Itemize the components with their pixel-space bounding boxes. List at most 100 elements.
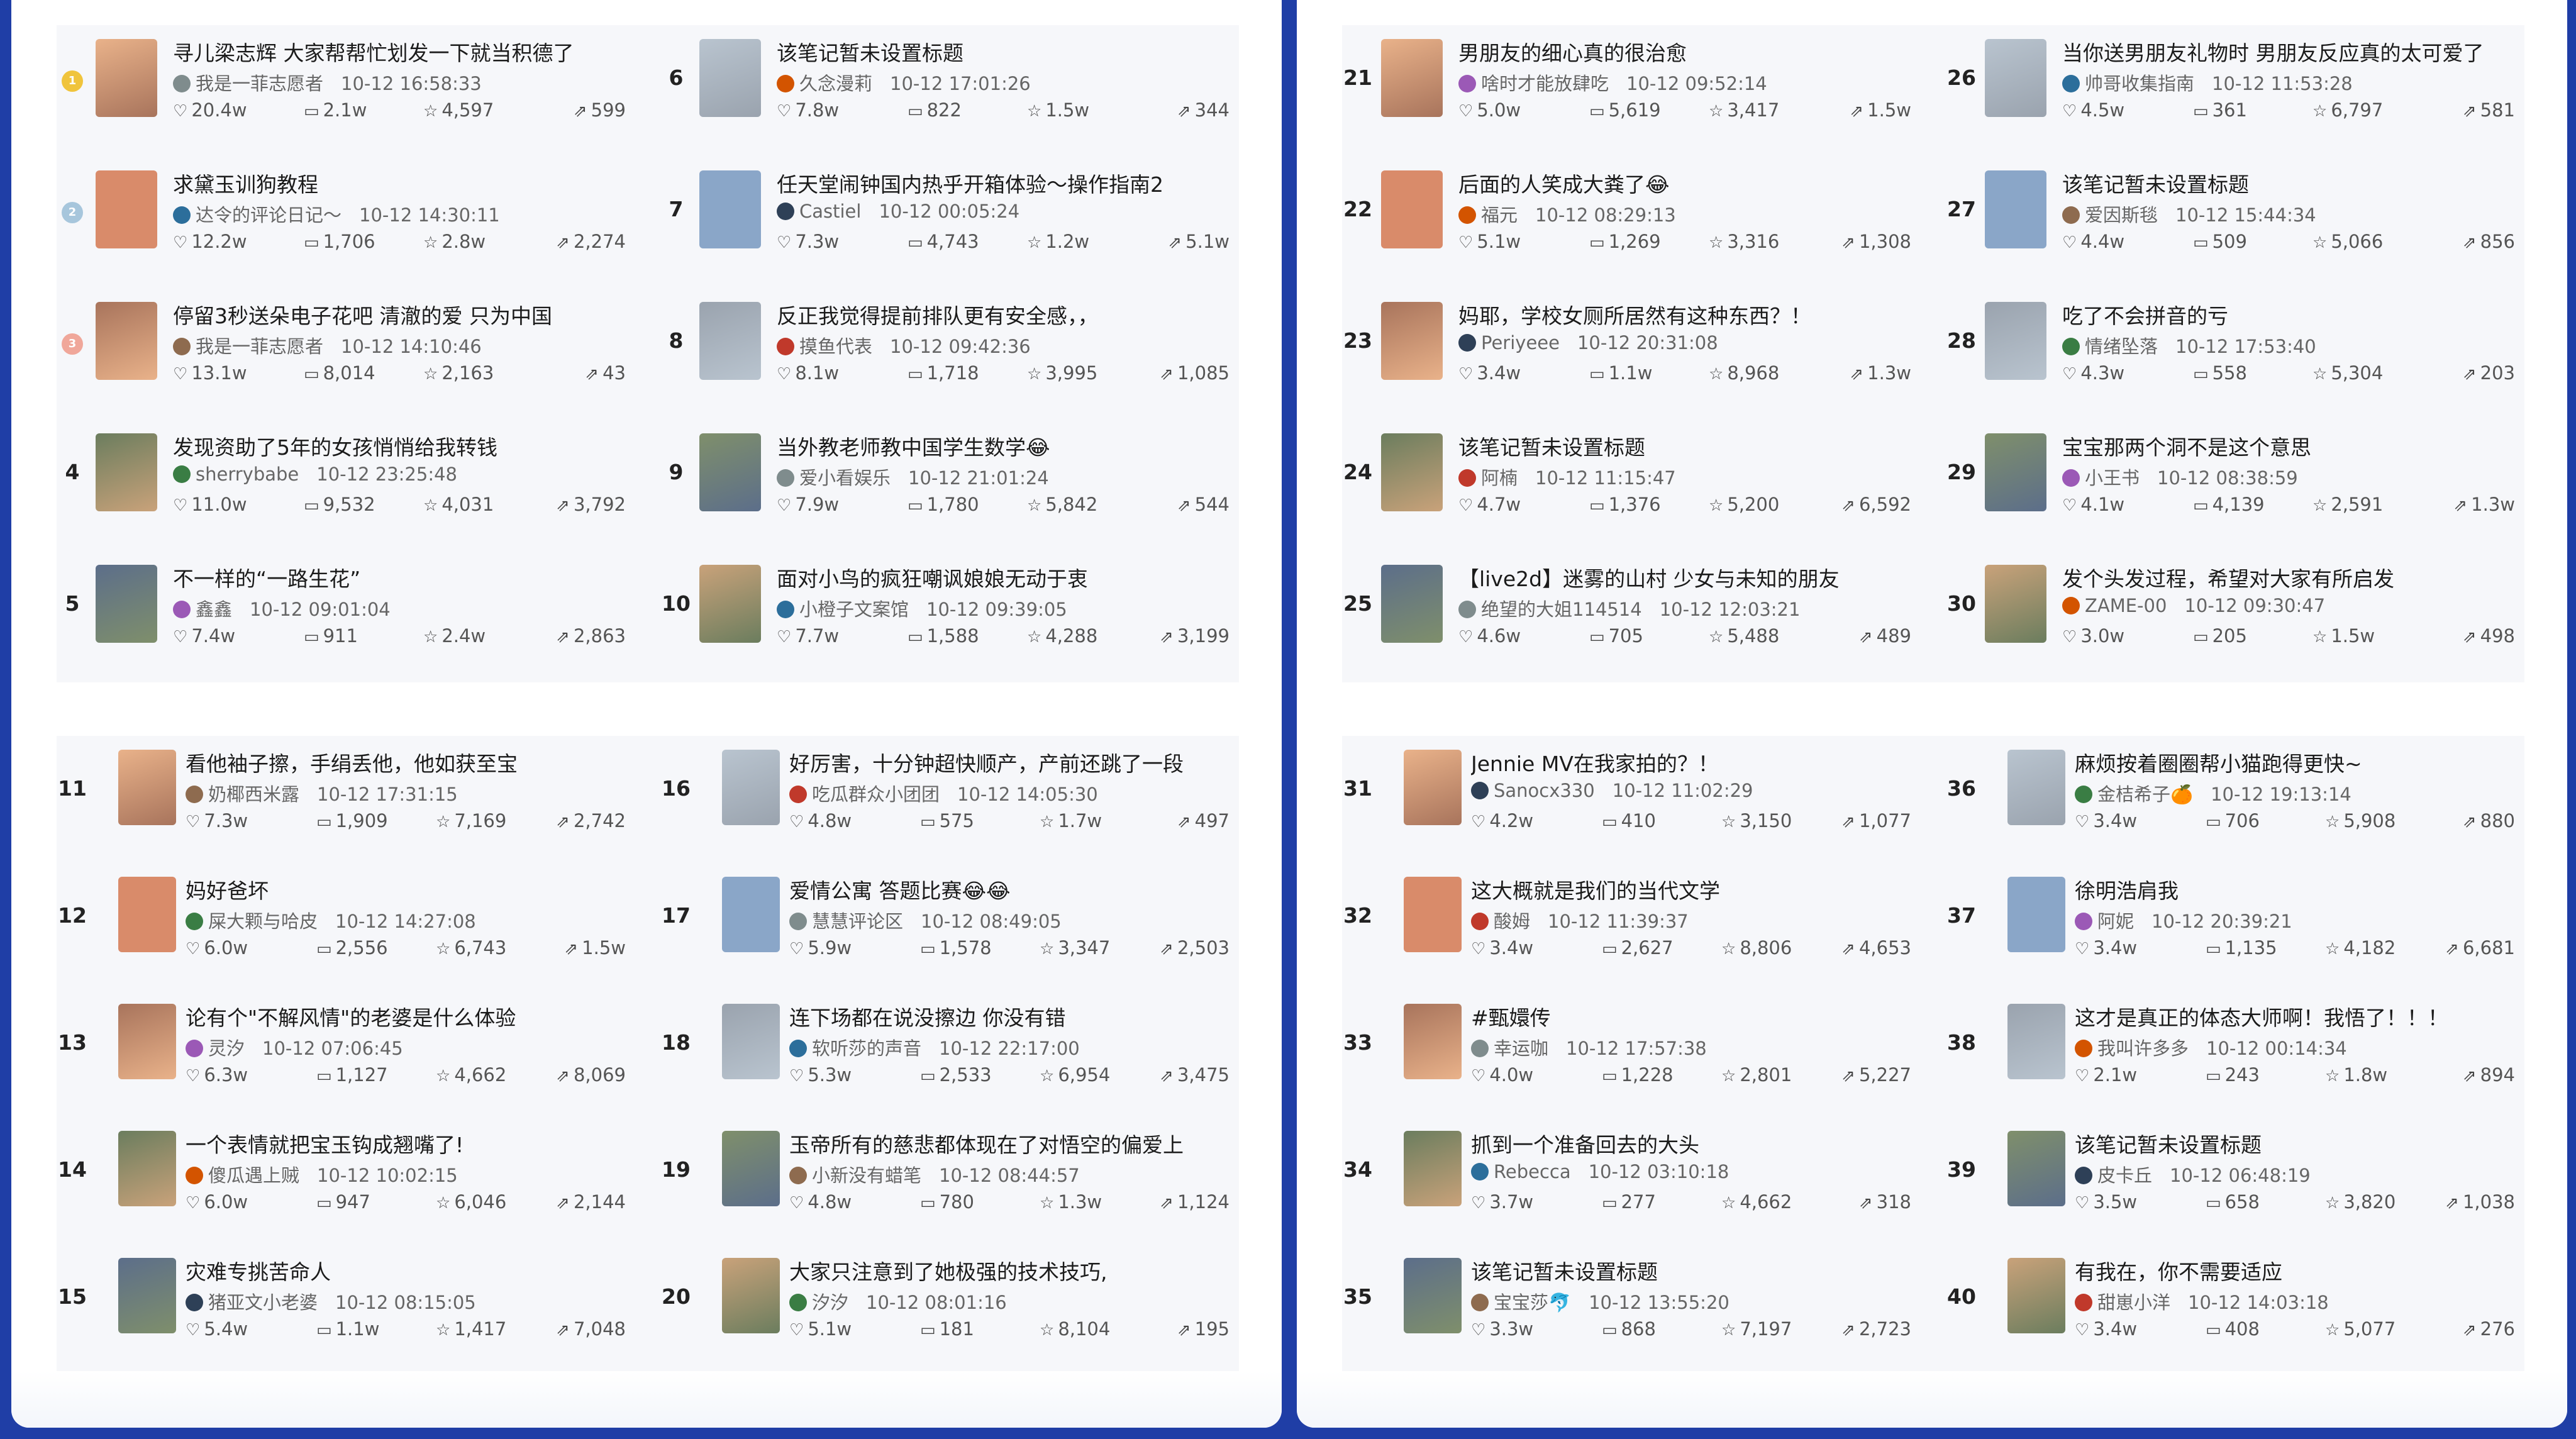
note-thumbnail[interactable] <box>118 1131 176 1206</box>
note-thumbnail[interactable] <box>2007 1004 2065 1079</box>
list-item[interactable]: 24 该笔记暂未设置标题 阿楠 10-12 11:15:47 ♡ 4.7w ▭ 1,376 ☆ 5… <box>1342 419 1911 551</box>
author-name[interactable]: 我是一菲志愿者 <box>196 336 323 357</box>
note-thumbnail[interactable] <box>1381 170 1443 248</box>
avatar[interactable] <box>2062 75 2080 92</box>
note-title[interactable]: 任天堂闹钟国内热乎开箱体验～操作指南2 <box>777 168 1217 198</box>
author-name[interactable]: 小橙子文案馆 <box>799 599 909 620</box>
list-item[interactable]: 31 Jennie MV在我家拍的？！ Sanocx330 10-12 11:02:2… <box>1342 736 1911 863</box>
author-name[interactable]: 宝宝莎🐬 <box>1494 1292 1571 1313</box>
list-item[interactable]: 18 连下场都在说没擦边 你没有错 软听莎的声音 10-12 22:17:00 ♡ 5.3… <box>660 990 1230 1117</box>
avatar[interactable] <box>1458 75 1476 92</box>
avatar[interactable] <box>186 1294 203 1311</box>
avatar[interactable] <box>2062 206 2080 224</box>
note-thumbnail[interactable] <box>2007 1131 2065 1206</box>
author-name[interactable]: 屎大颗与哈皮 <box>208 911 318 932</box>
list-item[interactable]: 14 一个表情就把宝玉钩成翘嘴了! 傻瓜遇上贼 10-12 10:02:15 ♡ 6.0w… <box>57 1117 626 1244</box>
note-title[interactable]: 该笔记暂未设置标题 <box>2062 168 2502 198</box>
avatar[interactable] <box>2062 597 2080 614</box>
avatar[interactable] <box>789 1040 807 1057</box>
list-item[interactable]: 10 面对小鸟的疯狂嘲讽娘娘无动于衷 小橙子文案馆 10-12 09:39:05 ♡ 7.… <box>660 551 1230 682</box>
list-item[interactable]: 29 宝宝那两个洞不是这个意思 小王书 10-12 08:38:59 ♡ 4.1w ▭ 4,1… <box>1946 419 2515 551</box>
note-thumbnail[interactable] <box>118 877 176 952</box>
author-name[interactable]: 灵汐 <box>208 1038 245 1059</box>
list-item[interactable]: 16 好厉害，十分钟超快顺产，产前还跳了一段 吃瓜群众小团团 10-12 14:05:… <box>660 736 1230 863</box>
note-thumbnail[interactable] <box>1381 302 1443 380</box>
author-name[interactable]: 汐汐 <box>812 1292 848 1313</box>
note-title[interactable]: 该笔记暂未设置标题 <box>777 36 1217 67</box>
list-item[interactable]: 11 看他袖子擦，手绢丢他，他如获至宝 奶椰西米露 10-12 17:31:15 ♡ 7.… <box>57 736 626 863</box>
note-title[interactable]: 妈耶，学校女厕所居然有这种东西？！ <box>1458 299 1899 330</box>
author-name[interactable]: 酸姆 <box>1494 911 1530 932</box>
author-name[interactable]: Castiel <box>799 201 861 222</box>
list-item[interactable]: 35 该笔记暂未设置标题 宝宝莎🐬 10-12 13:55:20 ♡ 3.3w ▭ 868 ☆ 7… <box>1342 1244 1911 1371</box>
author-name[interactable]: 久念漫莉 <box>799 73 872 94</box>
note-title[interactable]: 男朋友的细心真的很治愈 <box>1458 36 1899 67</box>
avatar[interactable] <box>186 1167 203 1184</box>
avatar[interactable] <box>777 601 794 618</box>
avatar[interactable] <box>1471 1163 1489 1181</box>
avatar[interactable] <box>1471 1040 1489 1057</box>
list-item[interactable]: 39 该笔记暂未设置标题 皮卡丘 10-12 06:48:19 ♡ 3.5w ▭ 658 ☆ 3,… <box>1946 1117 2515 1244</box>
author-name[interactable]: 小新没有蜡笔 <box>812 1165 921 1186</box>
author-name[interactable]: 福元 <box>1481 204 1518 226</box>
author-name[interactable]: 金桔希子🍊 <box>2097 784 2193 805</box>
list-item[interactable]: 13 论有个"不解风情"的老婆是什么体验 灵汐 10-12 07:06:45 ♡ 6.3w… <box>57 990 626 1117</box>
list-item[interactable]: 15 灾难专挑苦命人 猪亚文小老婆 10-12 08:15:05 ♡ 5.4w ▭ 1.1w ☆… <box>57 1244 626 1371</box>
list-item[interactable]: 7 任天堂闹钟国内热乎开箱体验～操作指南2 Castiel 10-12 00:05:2… <box>660 157 1230 288</box>
author-name[interactable]: 绝望的大姐114514 <box>1481 599 1642 620</box>
list-item[interactable]: 34 抓到一个准备回去的大头 Rebecca 10-12 03:10:18 ♡ 3.7w ▭… <box>1342 1117 1911 1244</box>
note-thumbnail[interactable] <box>722 1131 780 1206</box>
list-item[interactable]: 38 这才是真正的体态大师啊！我悟了！！！ 我叫许多多 10-12 00:14:34 ♡… <box>1946 990 2515 1117</box>
note-thumbnail[interactable] <box>118 1258 176 1333</box>
note-thumbnail[interactable] <box>1381 433 1443 511</box>
avatar[interactable] <box>2075 1040 2092 1057</box>
note-thumbnail[interactable] <box>699 170 761 248</box>
note-title[interactable]: 不一样的“一路生花” <box>173 562 613 592</box>
note-title[interactable]: 抓到一个准备回去的大头 <box>1471 1128 1911 1158</box>
author-name[interactable]: 傻瓜遇上贼 <box>208 1165 299 1186</box>
note-title[interactable]: 一个表情就把宝玉钩成翘嘴了! <box>186 1128 626 1158</box>
author-name[interactable]: 吃瓜群众小团团 <box>812 784 940 805</box>
list-item[interactable]: 5 不一样的“一路生花” 鑫鑫 10-12 09:01:04 ♡ 7.4w ▭ 911 ☆ 2.4… <box>57 551 626 682</box>
list-item[interactable]: 2 求黛玉训狗教程 达令的评论日记～ 10-12 14:30:11 ♡ 12.2w ▭ 1,7… <box>57 157 626 288</box>
note-title[interactable]: 后面的人笑成大粪了😂 <box>1458 168 1899 198</box>
note-title[interactable]: 麻烦按着圈圈帮小猫跑得更快~ <box>2075 747 2515 777</box>
note-title[interactable]: 徐明浩肩我 <box>2075 874 2515 904</box>
note-title[interactable]: 这大概就是我们的当代文学 <box>1471 874 1911 904</box>
note-thumbnail[interactable] <box>1404 1004 1462 1079</box>
note-thumbnail[interactable] <box>722 1004 780 1079</box>
avatar[interactable] <box>789 913 807 930</box>
author-name[interactable]: 阿楠 <box>1481 467 1518 489</box>
note-title[interactable]: 该笔记暂未设置标题 <box>1458 431 1899 461</box>
avatar[interactable] <box>2075 786 2092 803</box>
list-item[interactable]: 36 麻烦按着圈圈帮小猫跑得更快~ 金桔希子🍊 10-12 19:13:14 ♡ 3.4w… <box>1946 736 2515 863</box>
note-thumbnail[interactable] <box>96 565 157 643</box>
list-item[interactable]: 28 吃了不会拼音的亏 情绪坠落 10-12 17:53:40 ♡ 4.3w ▭ 558 ☆ 5,… <box>1946 288 2515 419</box>
author-name[interactable]: 啥时才能放肆吃 <box>1481 73 1609 94</box>
note-thumbnail[interactable] <box>1404 750 1462 825</box>
author-name[interactable]: Sanocx330 <box>1494 780 1595 801</box>
author-name[interactable]: 阿妮 <box>2097 911 2134 932</box>
avatar[interactable] <box>173 465 191 483</box>
list-item[interactable]: 17 爱情公寓 答题比赛😂😂 慧慧评论区 10-12 08:49:05 ♡ 5.9w ▭ 1,… <box>660 863 1230 990</box>
list-item[interactable]: 1 寻儿梁志辉 大家帮帮忙划发一下就当积德了 我是一菲志愿者 10-12 16:58:… <box>57 25 626 157</box>
author-name[interactable]: 软听莎的声音 <box>812 1038 921 1059</box>
note-thumbnail[interactable] <box>118 750 176 825</box>
list-item[interactable]: 9 当外教老师教中国学生数学😂 爱小看娱乐 10-12 21:01:24 ♡ 7.9w ▭ 1… <box>660 419 1230 551</box>
list-item[interactable]: 21 男朋友的细心真的很治愈 啥时才能放肆吃 10-12 09:52:14 ♡ 5.0w ▭… <box>1342 25 1911 157</box>
note-thumbnail[interactable] <box>2007 1258 2065 1333</box>
note-thumbnail[interactable] <box>1985 302 2046 380</box>
list-item[interactable]: 3 停留3秒送朵电子花吧 清澈的爱 只为中国 我是一菲志愿者 10-12 14:10:… <box>57 288 626 419</box>
author-name[interactable]: 甜崽小洋 <box>2097 1292 2170 1313</box>
author-name[interactable]: 奶椰西米露 <box>208 784 299 805</box>
note-thumbnail[interactable] <box>1404 1131 1462 1206</box>
avatar[interactable] <box>1458 601 1476 618</box>
note-thumbnail[interactable] <box>118 1004 176 1079</box>
note-thumbnail[interactable] <box>1404 1258 1462 1333</box>
note-thumbnail[interactable] <box>722 750 780 825</box>
note-title[interactable]: 求黛玉训狗教程 <box>173 168 613 198</box>
avatar[interactable] <box>789 1167 807 1184</box>
avatar[interactable] <box>777 75 794 92</box>
author-name[interactable]: 幸运咖 <box>1494 1038 1548 1059</box>
author-name[interactable]: Periyeee <box>1481 332 1560 353</box>
